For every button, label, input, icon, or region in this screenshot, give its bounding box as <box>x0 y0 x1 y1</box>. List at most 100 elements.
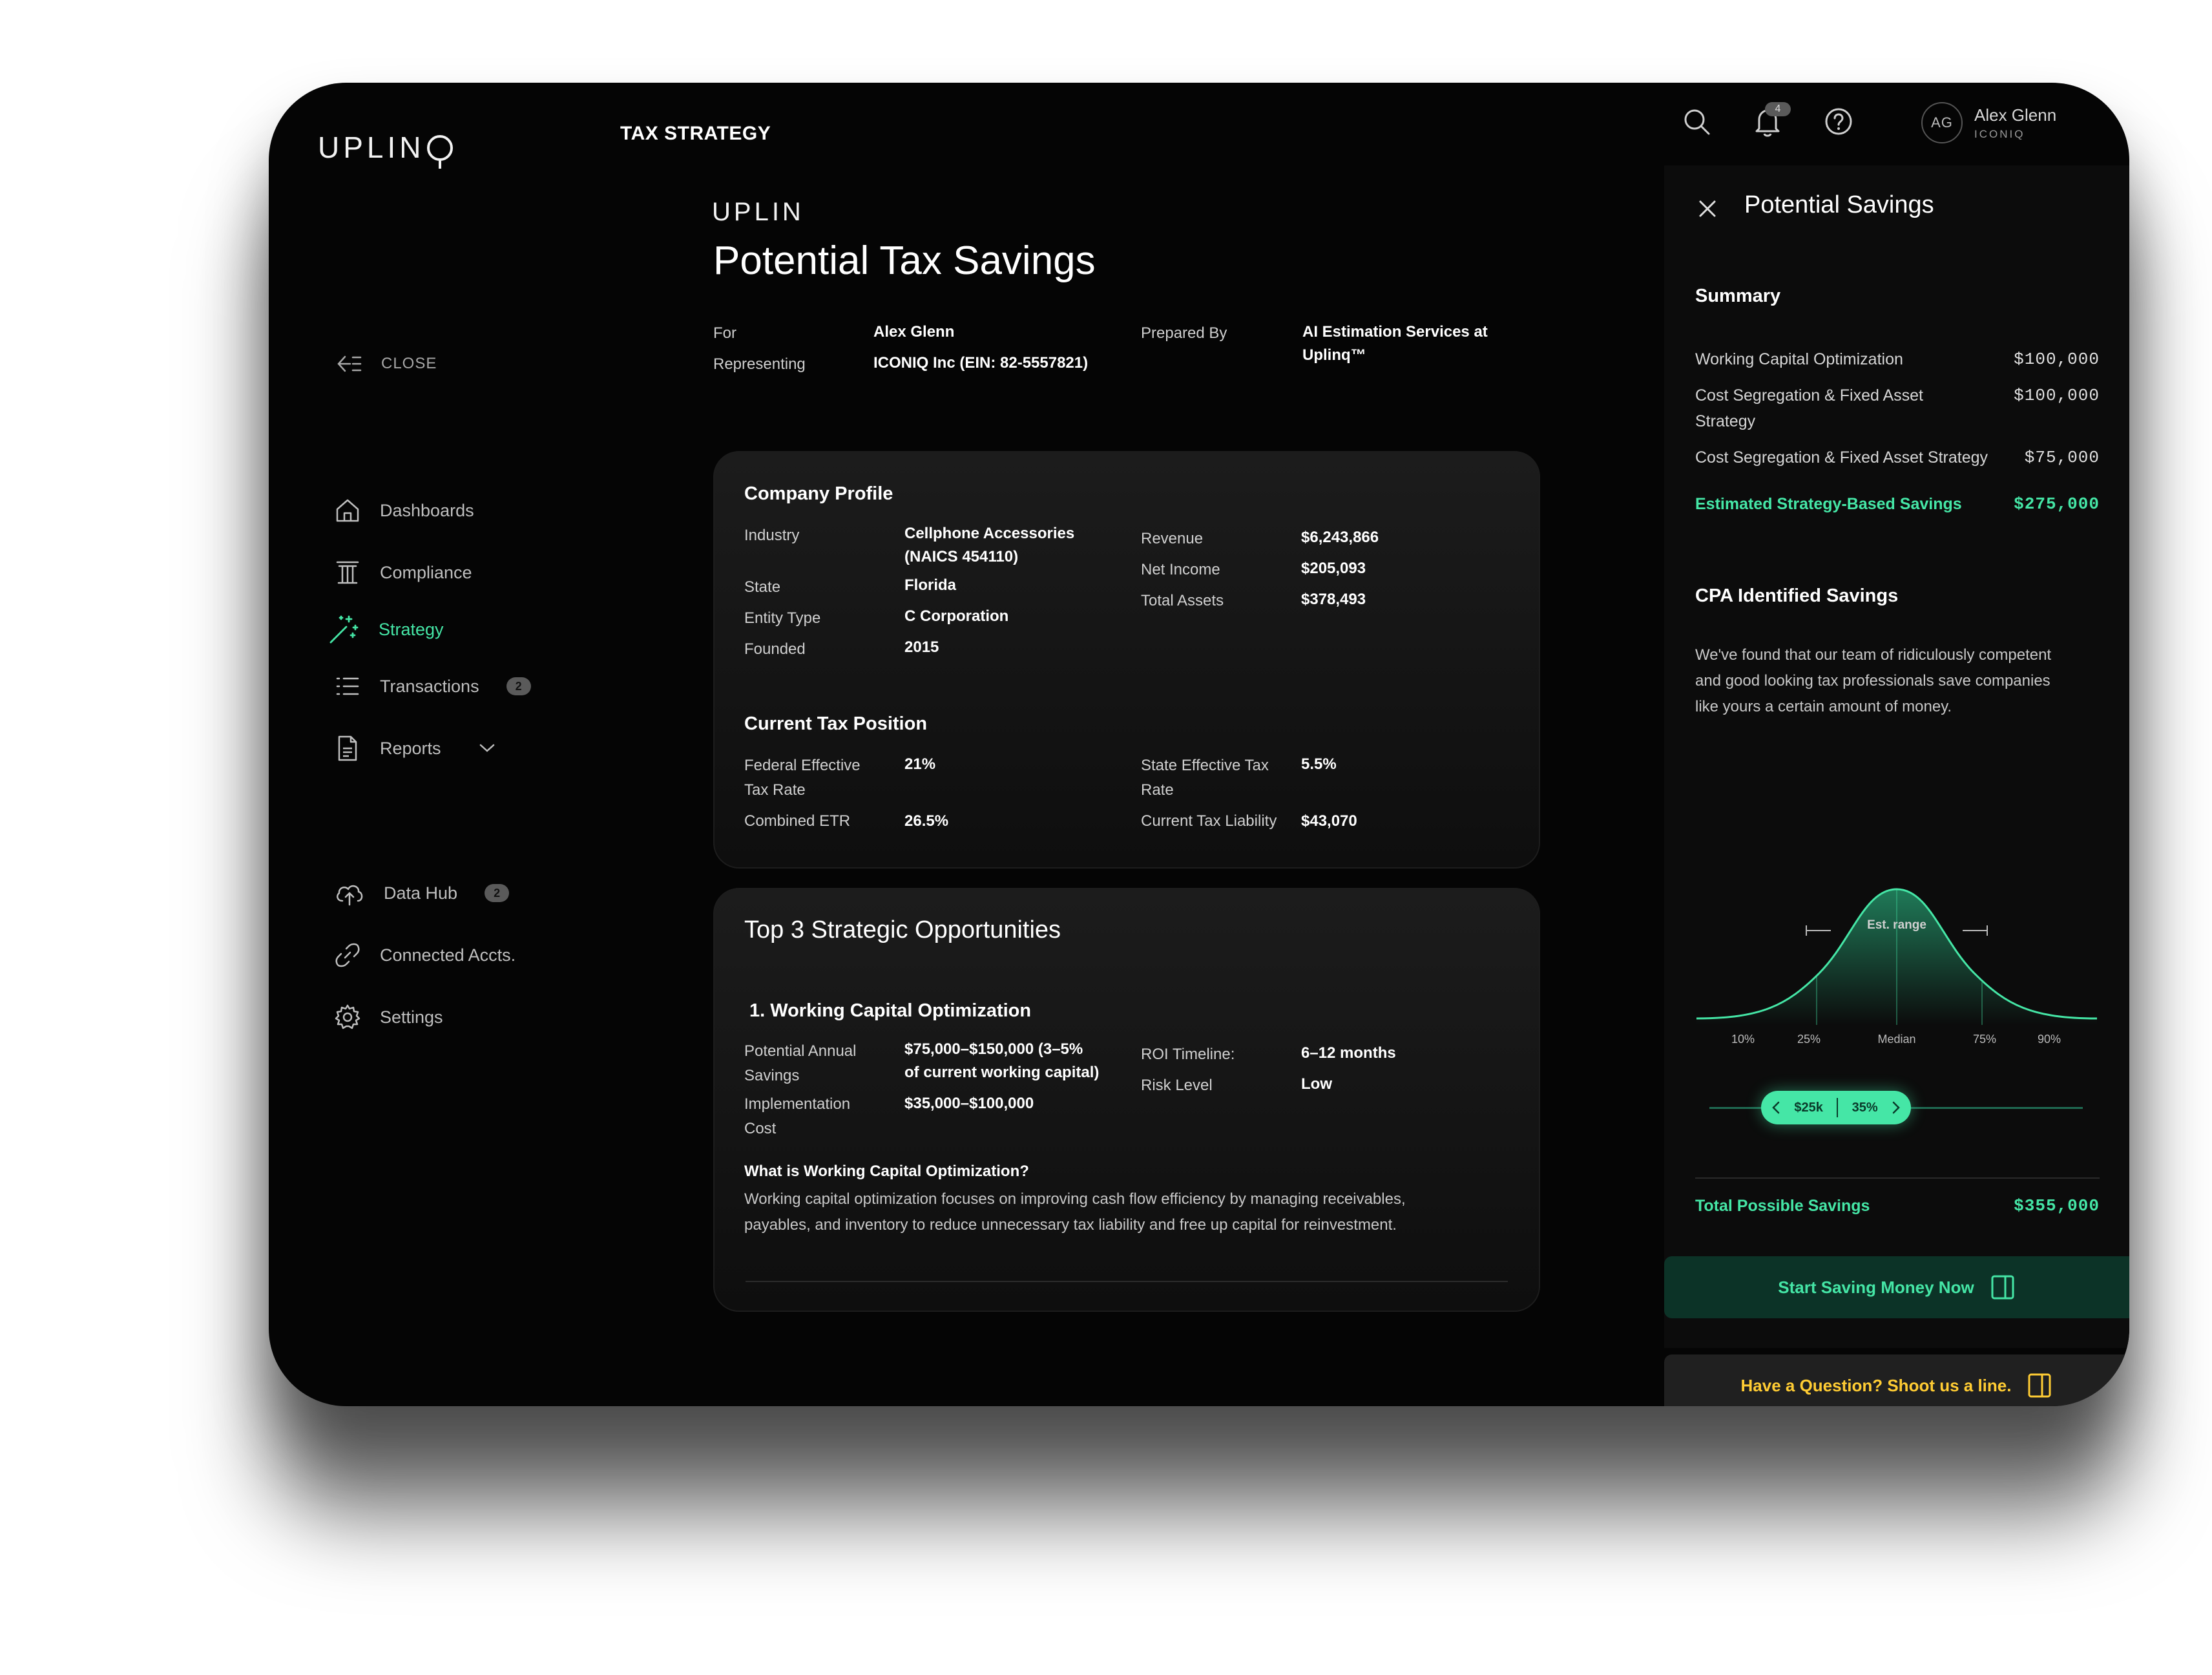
total-savings-label: Total Possible Savings <box>1695 1197 1870 1215</box>
revenue-value: $6,243,866 <box>1301 529 1379 546</box>
profile-values-left: Cellphone Accessories (NAICS 454110) Flo… <box>904 522 1074 659</box>
document-meta-labels: For Representing <box>713 318 806 380</box>
start-saving-button[interactable]: Start Saving Money Now <box>1664 1256 2129 1318</box>
prepared-by-value: Uplinq™ <box>1302 346 1366 364</box>
savings-slider-handle[interactable]: $25k 35% <box>1761 1091 1911 1124</box>
federal-etr-label: Tax Rate <box>744 781 806 799</box>
panel-title: Potential Savings <box>1744 191 1934 218</box>
slider-value: $25k <box>1794 1100 1823 1115</box>
summary-row-label: Cost Segregation & Fixed Asset Strategy <box>1695 448 1988 467</box>
chevron-down-icon[interactable] <box>479 743 496 753</box>
tick-label: Median <box>1877 1033 1916 1046</box>
summary-row-amount: $100,000 <box>2014 386 2100 405</box>
opportunity-title: 1. Working Capital Optimization <box>749 1000 1032 1021</box>
tax-position-heading: Current Tax Position <box>744 713 928 734</box>
chevron-left-icon[interactable] <box>1771 1101 1780 1114</box>
total-savings-row: Total Possible Savings $355,000 <box>1695 1193 2100 1219</box>
range-label: Est. range <box>1867 918 1926 932</box>
total-assets-label: Total Assets <box>1141 592 1224 609</box>
ask-question-label: Have a Question? Shoot us a line. <box>1740 1375 2012 1395</box>
slider-separator <box>1837 1098 1839 1117</box>
opportunities-card: Top 3 Strategic Opportunities 1. Working… <box>713 888 1540 1312</box>
ask-question-button[interactable]: Have a Question? Shoot us a line. <box>1664 1354 2129 1406</box>
document-title: Potential Tax Savings <box>713 238 1096 283</box>
company-profile-heading: Company Profile <box>744 483 893 504</box>
summary-row-amount: $75,000 <box>2024 448 2100 467</box>
representing-value: ICONIQ Inc (EIN: 82-5557821) <box>873 354 1089 372</box>
sidebar-close-button[interactable]: CLOSE <box>336 354 437 374</box>
tax-labels-right: State Effective Tax Rate Current Tax Lia… <box>1141 753 1277 834</box>
cpa-heading: CPA Identified Savings <box>1695 585 1899 606</box>
estimated-savings-row: Estimated Strategy-Based Savings $275,00… <box>1695 491 2100 517</box>
sidebar-item-label: Transactions <box>380 676 479 696</box>
range-bracket-right <box>1963 925 1988 936</box>
document-icon <box>338 735 357 761</box>
annual-savings-label: Potential Annual <box>744 1042 857 1060</box>
help-button[interactable] <box>1819 102 1858 141</box>
combined-etr-label: Combined ETR <box>744 812 851 830</box>
prepared-by-value: AI Estimation Services at <box>1302 323 1488 341</box>
logo-q-glyph <box>804 202 825 223</box>
sidebar-item-compliance[interactable]: Compliance <box>333 554 531 591</box>
transactions-count-badge: 2 <box>506 677 531 695</box>
tax-liability-value: $43,070 <box>1301 812 1357 830</box>
profile-values-right: $6,243,866 $205,093 $378,493 <box>1301 522 1379 615</box>
what-is-heading: What is Working Capital Optimization? <box>744 1163 1029 1180</box>
tax-values-right: 5.5% $43,070 <box>1301 752 1357 834</box>
summary-row-label: Strategy <box>1695 412 1756 430</box>
founded-value: 2015 <box>904 638 939 656</box>
sidebar-item-data-hub[interactable]: Data Hub 2 <box>333 875 516 911</box>
data-hub-count-badge: 2 <box>485 884 510 902</box>
notifications-button[interactable]: 4 <box>1748 102 1791 141</box>
tick-label: 75% <box>1972 1033 1997 1046</box>
collapse-arrow-icon <box>337 355 362 372</box>
cpa-description-line: and good looking tax professionals save … <box>1695 672 2050 690</box>
sidebar-item-settings[interactable]: Settings <box>333 999 516 1035</box>
entity-type-value: C Corporation <box>904 607 1009 625</box>
range-bracket-left <box>1806 925 1831 936</box>
sidebar-item-connected-accounts[interactable]: Connected Accts. <box>333 937 516 973</box>
profile-labels-right: Revenue Net Income Total Assets <box>1141 523 1224 616</box>
avatar: AG <box>1921 102 1963 143</box>
sidebar-item-dashboards[interactable]: Dashboards <box>333 492 531 529</box>
annual-savings-label: Savings <box>744 1067 800 1084</box>
document-logo-text: UPLIN <box>712 198 804 226</box>
panel-close-button[interactable] <box>1698 199 1717 222</box>
sidebar-item-strategy[interactable]: Strategy <box>327 611 531 648</box>
summary-row-amount: $100,000 <box>2014 350 2100 369</box>
search-button[interactable] <box>1677 102 1716 141</box>
sidebar-nav-secondary: Data Hub 2 Connected Accts. Settings <box>333 875 516 1035</box>
tax-values-left: 21% 26.5% <box>904 752 948 834</box>
divider <box>746 1281 1508 1282</box>
cpa-description-line: like yours a certain amount of money. <box>1695 698 1952 715</box>
state-value: Florida <box>904 576 957 594</box>
sidebar-item-label: Connected Accts. <box>380 945 516 965</box>
sidebar-item-label: Compliance <box>380 562 472 582</box>
pillar-icon <box>336 561 359 584</box>
sidebar-item-label: Data Hub <box>384 883 458 903</box>
sidebar-item-transactions[interactable]: Transactions 2 <box>333 668 531 704</box>
prepared-by-label-block: Prepared By <box>1141 318 1227 349</box>
description-line: payables, and inventory to reduce unnece… <box>744 1216 1397 1234</box>
risk-label: Risk Level <box>1141 1077 1213 1094</box>
user-menu[interactable]: AG Alex Glenn ICONIQ <box>1921 102 2056 143</box>
tick-label: 10% <box>1731 1033 1755 1046</box>
summary-row-label: Working Capital Optimization <box>1695 350 1903 368</box>
topbar-actions: 4 <box>1677 102 1890 141</box>
industry-value: Cellphone Accessories <box>904 525 1075 542</box>
help-icon <box>1825 108 1852 135</box>
state-label: State <box>744 578 781 596</box>
founded-label: Founded <box>744 640 806 658</box>
profile-labels-left: Industry State Entity Type Founded <box>744 523 820 662</box>
sidebar-item-reports[interactable]: Reports <box>333 730 531 766</box>
page-title: TAX STRATEGY <box>620 123 771 144</box>
net-income-value: $205,093 <box>1301 560 1366 577</box>
chevron-right-icon[interactable] <box>1892 1101 1901 1114</box>
app-logo[interactable]: UPLIN <box>318 128 454 169</box>
total-savings-amount: $355,000 <box>2014 1196 2100 1216</box>
close-label: CLOSE <box>381 355 437 372</box>
federal-etr-value: 21% <box>904 755 936 773</box>
for-label: For <box>713 324 736 342</box>
prepared-by-label: Prepared By <box>1141 324 1227 342</box>
summary-row-label: Cost Segregation & Fixed Asset <box>1695 386 1923 405</box>
